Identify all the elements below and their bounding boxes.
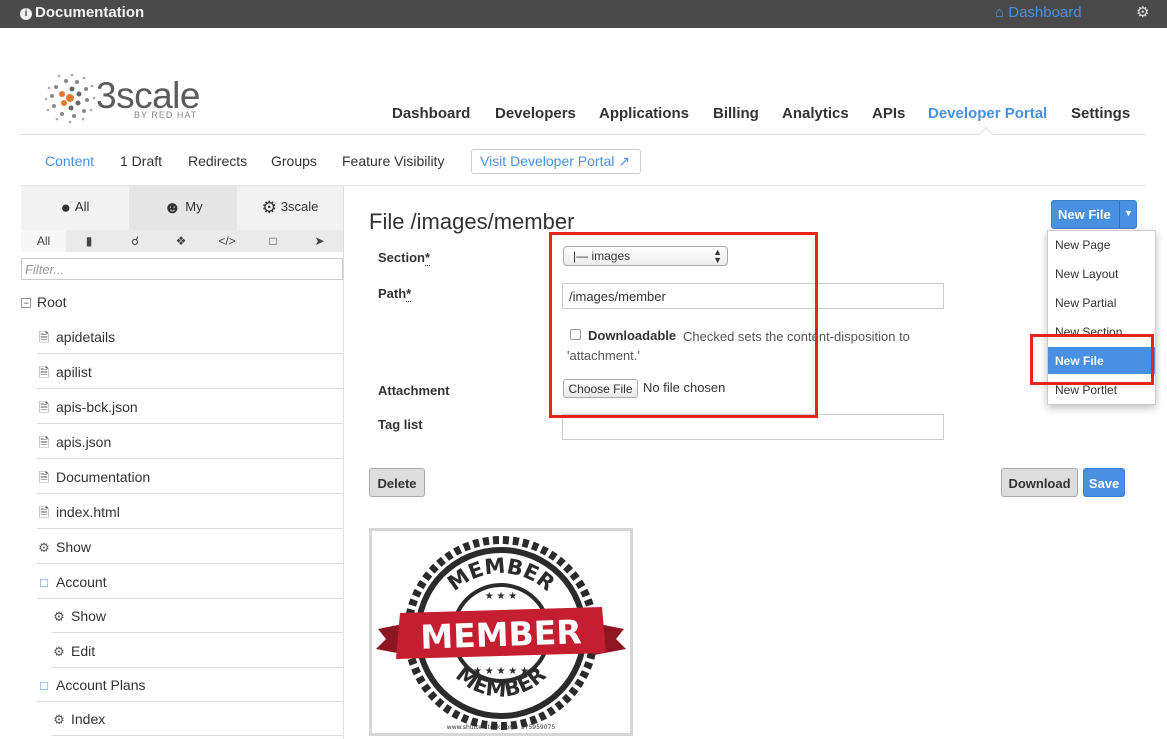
subnav-drafts[interactable]: 1 Draft	[120, 153, 162, 169]
tree-item[interactable]: 🗎 apidetails	[37, 320, 343, 354]
subnav-content[interactable]: Content	[45, 153, 94, 169]
page-icon[interactable]: ▮	[66, 230, 112, 252]
member-badge-image: MEMBER MEMBER ★ ★ ★ ★ ★ ★ ★ ★ MEMBER www…	[376, 536, 626, 731]
tree-item[interactable]: ⚙ Edit	[52, 634, 343, 668]
nav-developer-portal[interactable]: Developer Portal	[928, 105, 1047, 122]
menu-item-new-partial[interactable]: New Partial	[1048, 289, 1155, 316]
tree-item[interactable]: ⚙ Show	[52, 599, 343, 633]
nav-dashboard[interactable]: Dashboard	[392, 105, 470, 122]
documentation-link[interactable]: i Documentation	[20, 4, 144, 21]
external-link-icon: ↗	[618, 153, 630, 169]
attachment-label: Attachment	[378, 383, 450, 398]
file-icon: 🗎	[38, 400, 50, 415]
tree-item[interactable]: 🗎 apilist	[37, 355, 343, 389]
tree-folder[interactable]: □ Account	[37, 565, 343, 599]
page-title: File /images/member	[369, 209, 575, 234]
subnav-feature-visibility[interactable]: Feature Visibility	[342, 153, 444, 169]
badge-ribbon-text: MEMBER	[420, 612, 583, 657]
nav-applications[interactable]: Applications	[599, 105, 689, 122]
file-preview-image: MEMBER MEMBER ★ ★ ★ ★ ★ ★ ★ ★ MEMBER www…	[369, 528, 633, 736]
tree-item[interactable]: ⚙ Index	[52, 702, 343, 736]
tree-item[interactable]: ⚙ Show	[37, 530, 343, 564]
file-icon: 🗎	[38, 365, 50, 380]
file-icon: 🗎	[38, 435, 50, 450]
watermark-text: www.shutterstock.com · 575959075	[447, 724, 556, 731]
user-icon: ☻	[163, 198, 182, 217]
gear-icon: ⚙	[53, 609, 65, 624]
code-icon[interactable]: </>	[204, 230, 250, 252]
scope-tab-all[interactable]: ● All	[21, 186, 129, 230]
tree-item[interactable]: 🗎 index.html	[37, 495, 343, 529]
brand-byline: BY RED HAT	[134, 110, 198, 120]
file-icon: 🗎	[38, 505, 50, 520]
tag-list-label: Tag list	[378, 417, 423, 432]
gear-icon: ⚙	[38, 540, 50, 555]
chevron-down-icon[interactable]: ▼	[1124, 208, 1133, 218]
tree-folder[interactable]: □ Account Plans	[37, 668, 343, 702]
nav-divider	[20, 134, 1146, 135]
section-label: Section*	[378, 250, 431, 266]
nav-developers[interactable]: Developers	[495, 105, 576, 122]
scope-tab-my[interactable]: ☻ My	[129, 186, 237, 230]
active-nav-caret	[978, 126, 994, 142]
folder-open-icon: □	[40, 678, 48, 693]
sidebar-filter-input[interactable]: Filter...	[21, 258, 343, 280]
type-filter-tabs: All ▮ ☌ ❖ </> □ ➤	[21, 230, 343, 252]
attachment-icon[interactable]: ☌	[112, 230, 158, 252]
folder-icon[interactable]: □	[250, 230, 296, 252]
stars-icon: ★ ★ ★ ★ ★	[473, 666, 529, 677]
logo-dots-icon	[44, 73, 96, 124]
file-icon: 🗎	[38, 330, 50, 345]
top-bar: i Documentation ⌂ Dashboard ⚙	[0, 0, 1167, 28]
highlight-box-form	[549, 232, 818, 418]
subnav-redirects[interactable]: Redirects	[188, 153, 247, 169]
folder-open-icon: □	[40, 575, 48, 590]
subnav-groups[interactable]: Groups	[271, 153, 317, 169]
stars-icon: ★ ★ ★	[485, 591, 517, 602]
split-divider	[1119, 201, 1120, 228]
type-tab-all[interactable]: All	[21, 230, 66, 252]
nav-billing[interactable]: Billing	[713, 105, 759, 122]
gear-icon[interactable]: ⚙	[1136, 3, 1149, 21]
highlight-box-new-file	[1030, 334, 1154, 385]
new-file-button[interactable]: New File ▼	[1051, 200, 1137, 229]
home-icon: ⌂	[995, 4, 1005, 21]
nav-settings[interactable]: Settings	[1071, 105, 1130, 122]
gear-icon: ⚙	[261, 198, 277, 217]
rocket-icon[interactable]: ➤	[296, 230, 343, 252]
visit-developer-portal-button[interactable]: Visit Developer Portal ↗	[471, 149, 641, 174]
scope-tabs: ● All ☻ My ⚙ 3scale	[21, 186, 343, 230]
gear-icon: ⚙	[53, 712, 65, 727]
save-button[interactable]: Save	[1083, 468, 1125, 497]
gear-icon: ⚙	[53, 644, 65, 659]
tree-item[interactable]: 🗎 Documentation	[37, 460, 343, 494]
globe-icon: ●	[60, 198, 71, 217]
nav-analytics[interactable]: Analytics	[782, 105, 849, 122]
nav-apis[interactable]: APIs	[872, 105, 905, 122]
tree-root[interactable]: − Root	[21, 294, 67, 310]
brand-logo[interactable]: 3scale BY RED HAT	[44, 72, 224, 126]
info-icon: i	[20, 8, 32, 20]
content-sidebar: ● All ☻ My ⚙ 3scale All ▮ ☌ ❖ </> □ ➤ Filte…	[21, 186, 344, 739]
delete-button[interactable]: Delete	[369, 468, 425, 497]
menu-item-new-layout[interactable]: New Layout	[1048, 260, 1155, 287]
dashboard-link[interactable]: ⌂ Dashboard	[995, 4, 1082, 21]
menu-item-new-page[interactable]: New Page	[1048, 231, 1155, 258]
path-label: Path*	[378, 286, 412, 302]
puzzle-icon[interactable]: ❖	[158, 230, 204, 252]
download-button[interactable]: Download	[1001, 468, 1078, 497]
tree-item[interactable]: 🗎 apis.json	[37, 425, 343, 459]
file-icon: 🗎	[38, 470, 50, 485]
collapse-icon[interactable]: −	[21, 298, 31, 308]
tree-item[interactable]: 🗎 apis-bck.json	[37, 390, 343, 424]
scope-tab-3scale[interactable]: ⚙ 3scale	[237, 186, 343, 230]
